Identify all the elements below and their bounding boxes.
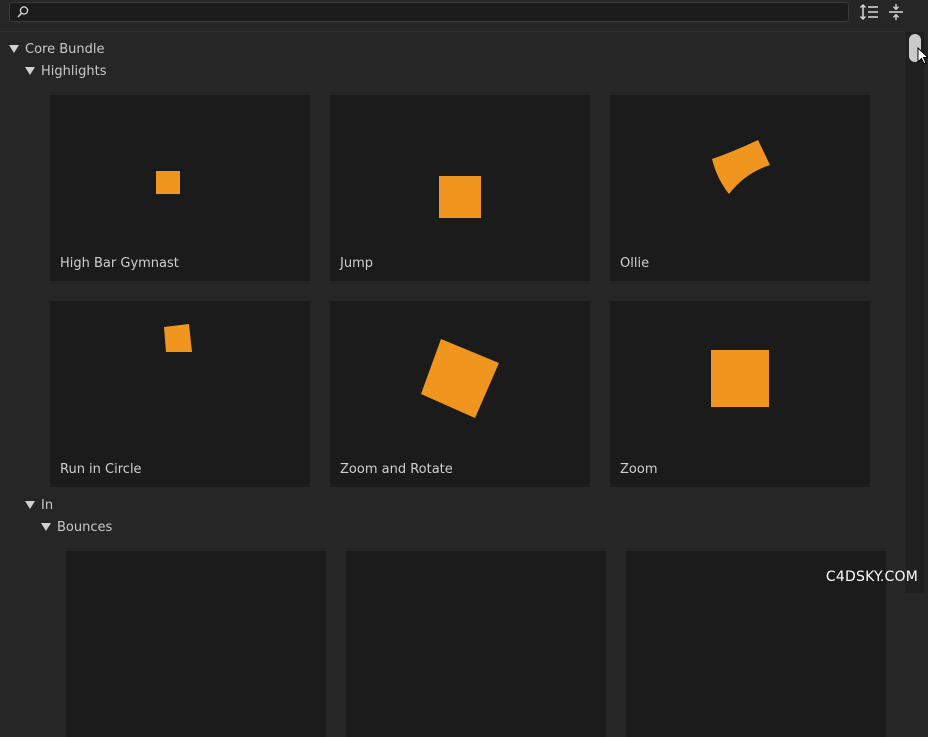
tree-item-label: Bounces	[57, 519, 113, 535]
preset-preview-shape	[421, 339, 499, 418]
disclosure-triangle-icon	[25, 67, 35, 75]
scrollbar-track[interactable]	[906, 32, 924, 593]
preset-tile[interactable]: Jump	[330, 95, 590, 281]
search-icon	[16, 5, 30, 23]
preset-label: Zoom and Rotate	[340, 462, 453, 477]
tree-item-highlights[interactable]: Highlights	[25, 62, 106, 80]
preset-preview-shape	[156, 171, 180, 194]
preset-label: Zoom	[620, 462, 658, 477]
preset-tile[interactable]: Ollie	[610, 95, 870, 281]
expand-all-icon	[860, 4, 878, 20]
preset-preview-shape	[712, 140, 770, 194]
disclosure-triangle-icon	[9, 45, 19, 53]
preset-label: Ollie	[620, 256, 650, 271]
preset-label: High Bar Gymnast	[60, 256, 179, 271]
preset-label: Run in Circle	[60, 462, 142, 477]
toolbar-divider	[0, 31, 905, 32]
tree-item-core-bundle[interactable]: Core Bundle	[9, 40, 104, 58]
preset-tile[interactable]	[66, 551, 326, 737]
tree-item-in[interactable]: In	[25, 496, 53, 514]
disclosure-triangle-icon	[41, 523, 51, 531]
watermark: C4DSKY.COM	[825, 569, 918, 585]
tree-item-label: Core Bundle	[25, 41, 105, 57]
mouse-cursor-icon	[917, 47, 928, 65]
search-input[interactable]	[34, 4, 842, 22]
preset-tile[interactable]: Zoom	[610, 301, 870, 487]
search-bar[interactable]	[9, 2, 849, 22]
preset-tile[interactable]: Run in Circle	[50, 301, 310, 487]
tree-item-label: In	[41, 497, 54, 513]
collapse-all-button[interactable]	[887, 3, 907, 21]
tree-item-bounces[interactable]: Bounces	[41, 518, 112, 536]
preset-tile[interactable]	[346, 551, 606, 737]
tree-item-label: Highlights	[41, 63, 107, 79]
preset-tile[interactable]: Zoom and Rotate	[330, 301, 590, 487]
preset-tile[interactable]: High Bar Gymnast	[50, 95, 310, 281]
preset-preview-shape	[711, 350, 769, 407]
disclosure-triangle-icon	[25, 501, 35, 509]
preset-preview-shape	[164, 324, 192, 352]
collapse-all-icon	[889, 4, 903, 20]
preset-label: Jump	[340, 256, 373, 271]
preset-preview-shape	[439, 176, 481, 218]
expand-all-button[interactable]	[859, 3, 879, 21]
